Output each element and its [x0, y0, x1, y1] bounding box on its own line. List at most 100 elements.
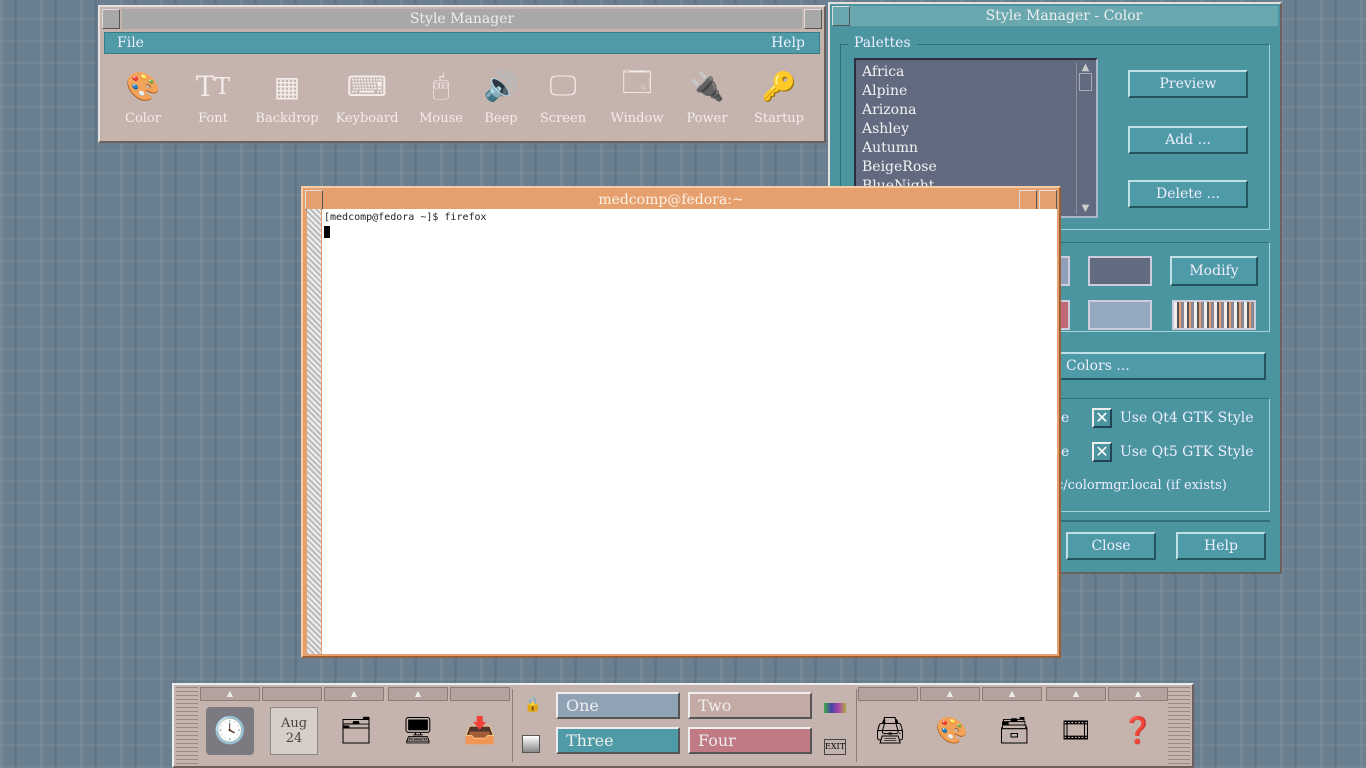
palette-item[interactable]: BeigeRose: [862, 159, 1090, 178]
menu-bar: File Help: [104, 32, 820, 54]
tool-label: Font: [198, 111, 228, 126]
file-manager-icon[interactable]: 🗂: [332, 707, 380, 755]
workspace-two-button[interactable]: Two: [688, 692, 812, 719]
tool-startup[interactable]: 🔑 Startup: [744, 67, 814, 127]
window-menu-button[interactable]: [102, 9, 120, 29]
subpanel-arrow[interactable]: ▲: [920, 687, 980, 701]
scroll-thumb[interactable]: [1079, 73, 1092, 91]
keyboard-icon: ⌨: [346, 69, 388, 103]
delete-button[interactable]: Delete ...: [1128, 180, 1248, 208]
close-button[interactable]: Close: [1066, 532, 1156, 560]
tool-power[interactable]: 🔌 Power: [672, 67, 742, 127]
terminal-cursor: [324, 226, 330, 238]
tool-color[interactable]: 🎨 Color: [108, 67, 178, 127]
add-button[interactable]: Add ...: [1128, 126, 1248, 154]
subpanel-arrow[interactable]: ▲: [200, 687, 260, 701]
terminal-screen[interactable]: [medcomp@fedora ~]$ firefox: [322, 209, 1057, 654]
tool-label: Window: [610, 111, 664, 126]
backdrop-icon: ▦: [273, 69, 301, 103]
palette-icon: 🎨: [125, 69, 161, 103]
speaker-icon: 🔊: [483, 69, 519, 103]
scroll-up-arrow-icon[interactable]: ▲: [1077, 62, 1094, 73]
color-swatch[interactable]: [1088, 300, 1152, 330]
tool-label: Startup: [753, 111, 804, 126]
subpanel-arrow[interactable]: ▲: [1108, 687, 1168, 701]
palette-scrollbar[interactable]: ▲ ▼: [1076, 62, 1094, 214]
font-icon: TT: [195, 69, 231, 103]
calendar-icon[interactable]: Aug 24: [270, 707, 318, 755]
tool-window[interactable]: 🗔 Window: [602, 66, 672, 126]
terminal-scrollbar[interactable]: [307, 209, 321, 654]
window-menu-button[interactable]: [832, 6, 850, 26]
application-manager-icon[interactable]: 🗃: [990, 707, 1038, 755]
window-title[interactable]: Style Manager: [122, 9, 802, 29]
help-manager-icon[interactable]: ❓: [1114, 707, 1162, 755]
subpanel-tab[interactable]: [450, 687, 510, 701]
palette-item[interactable]: Africa: [862, 64, 1090, 83]
modify-button[interactable]: Modify: [1170, 256, 1258, 286]
help-button[interactable]: Help: [1176, 532, 1266, 560]
printer-icon[interactable]: 🖨: [866, 707, 914, 755]
tool-label: Keyboard: [335, 111, 399, 126]
window-title[interactable]: medcomp@fedora:~: [323, 190, 1019, 210]
window-icon: 🗔: [621, 66, 653, 99]
busy-indicator-icon: [824, 703, 846, 713]
terminal-line: [medcomp@fedora ~]$ firefox: [324, 212, 487, 223]
power-plug-icon: 🔌: [689, 69, 725, 103]
qt5-label: Use Qt5 GTK Style: [1120, 444, 1254, 460]
checkbox-checked-icon[interactable]: ✕: [1092, 442, 1112, 462]
tool-backdrop[interactable]: ▦ Backdrop: [252, 67, 322, 127]
workspace-one-button[interactable]: One: [556, 692, 680, 719]
menu-file[interactable]: File: [117, 35, 144, 51]
style-manager-icon[interactable]: 🎨: [928, 707, 976, 755]
subpanel-arrow[interactable]: ▲: [324, 687, 384, 701]
subpanel-arrow[interactable]: ▲: [388, 687, 448, 701]
clock-icon[interactable]: 🕓: [206, 707, 254, 755]
qt4-gtk-checkbox[interactable]: ✕ Use Qt4 GTK Style: [1092, 408, 1254, 428]
tool-font[interactable]: T T Font: [178, 67, 248, 127]
mailbox-icon[interactable]: 📥: [456, 707, 504, 755]
minimize-button[interactable]: [804, 9, 822, 29]
subpanel-tab[interactable]: [858, 687, 918, 701]
style-manager-window: Style Manager File Help 🎨 Color T T Font ▦ Bac…: [98, 5, 826, 143]
tool-keyboard[interactable]: ⌨ Keyboard: [332, 67, 402, 127]
palette-item[interactable]: Autumn: [862, 140, 1090, 159]
subpanel-arrow[interactable]: ▲: [982, 687, 1042, 701]
subpanel-arrow[interactable]: ▲: [1046, 687, 1106, 701]
qt5-gtk-checkbox[interactable]: ✕ Use Qt5 GTK Style: [1092, 442, 1254, 462]
workspace-four-button[interactable]: Four: [688, 727, 812, 754]
palettes-label: Palettes: [848, 35, 917, 51]
tool-label: Beep: [484, 111, 518, 126]
front-panel: ▲ ▲ ▲ ▲ ▲ ▲ ▲ 🕓 Aug 24 🗂 🖥 📥 🔒 One Two Th…: [172, 683, 1194, 768]
menu-help[interactable]: Help: [771, 35, 805, 51]
exit-button[interactable]: EXIT: [824, 739, 846, 755]
colormgr-note: c/colormgr.local (if exists): [1056, 478, 1227, 493]
tool-beep[interactable]: 🔊 Beep: [466, 67, 536, 127]
subpanel-tab[interactable]: [262, 687, 322, 701]
maximize-button[interactable]: [1039, 190, 1057, 210]
calendar-month: Aug: [280, 716, 308, 731]
workspace-three-button[interactable]: Three: [556, 727, 680, 754]
palette-item[interactable]: Arizona: [862, 102, 1090, 121]
window-title[interactable]: Style Manager - Color: [850, 6, 1278, 26]
lock-icon[interactable]: 🔒: [524, 697, 541, 713]
terminal-computer-icon[interactable]: 🖥: [394, 707, 442, 755]
preview-button[interactable]: Preview: [1128, 70, 1248, 98]
color-swatch[interactable]: [1088, 256, 1152, 286]
media-icon[interactable]: 🎞: [1052, 707, 1100, 755]
checkbox-checked-icon[interactable]: ✕: [1092, 408, 1112, 428]
scroll-down-arrow-icon[interactable]: ▼: [1077, 203, 1094, 214]
palette-strip-icon: [1172, 300, 1256, 330]
minimize-button[interactable]: [1019, 190, 1037, 210]
window-menu-button[interactable]: [305, 190, 323, 210]
workspace-grid-icon[interactable]: [522, 735, 540, 753]
tool-screen[interactable]: 🖵 Screen: [528, 67, 598, 126]
key-icon: 🔑: [761, 69, 797, 103]
panel-handle-right[interactable]: [1168, 687, 1190, 764]
tool-label: Power: [686, 111, 728, 126]
qt4-label: Use Qt4 GTK Style: [1120, 410, 1254, 426]
palette-item[interactable]: Alpine: [862, 83, 1090, 102]
panel-handle-left[interactable]: [176, 687, 198, 764]
palette-item[interactable]: Ashley: [862, 121, 1090, 140]
calendar-day: 24: [285, 731, 303, 746]
